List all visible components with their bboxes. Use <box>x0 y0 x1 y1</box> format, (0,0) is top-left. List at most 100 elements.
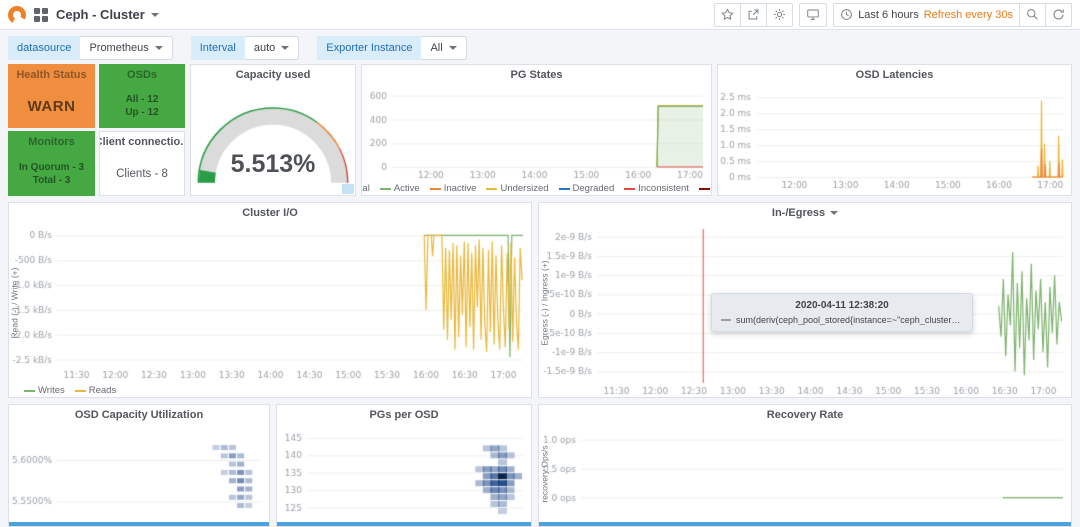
refresh-icon <box>1053 9 1064 20</box>
panel-pg-states[interactable]: PG States Total Active Inactive Undersized D… <box>361 64 712 196</box>
pgs-per-osd-heatmap[interactable] <box>277 425 531 522</box>
grid-square <box>42 7 48 14</box>
time-range-picker[interactable]: Last 6 hours Refresh every 30s <box>833 2 1020 27</box>
chevron-down-icon <box>154 46 163 54</box>
panel-title[interactable]: Monitors <box>9 132 94 152</box>
dashboard-variables-row: datasource Prometheus Interval auto Expo… <box>8 36 467 60</box>
legend-color-dash <box>379 187 391 190</box>
legend-label: Degraded <box>572 183 615 194</box>
magnifier-icon <box>1027 9 1038 20</box>
clients-value: Clients - 8 <box>116 167 168 180</box>
panel-title[interactable]: Health Status <box>9 65 94 85</box>
panel-cluster-io[interactable]: Cluster I/O Read (-) / Write (+) WritesR… <box>8 202 532 398</box>
tooltip-series-dash <box>721 319 731 321</box>
panel-recovery-rate[interactable]: Recovery Rate recovery Ops/s <box>538 404 1072 527</box>
refresh-interval-label: Refresh every 30s <box>923 8 1013 21</box>
scroll-indicator[interactable] <box>9 522 269 526</box>
gear-icon <box>774 8 786 21</box>
grid-square <box>34 7 40 14</box>
panel-title-dropdown[interactable]: In-/Egress <box>539 203 1071 223</box>
legend-label: Active <box>393 183 420 194</box>
legend-color-dash <box>74 389 86 392</box>
grafana-logo-icon[interactable] <box>8 5 26 24</box>
legend-item[interactable]: Degraded <box>558 183 615 194</box>
dashboard-title-dropdown[interactable]: Ceph - Cluster <box>56 7 159 22</box>
scroll-indicator[interactable] <box>539 522 1071 526</box>
panel-osds[interactable]: OSDs All - 12 Up - 12 <box>99 64 185 128</box>
panel-health-status[interactable]: Health Status WARN <box>8 64 95 128</box>
capacity-gauge-value: 5.513% <box>230 150 316 178</box>
panel-title[interactable]: PGs per OSD <box>277 405 531 425</box>
pg-states-legend: Total Active Inactive Undersized Degraded Inc… <box>362 183 711 194</box>
exporter-instance-select[interactable]: All <box>421 36 467 60</box>
panel-in-egress[interactable]: In-/Egress Egress (-) / Ingress (+) 2020… <box>538 202 1072 398</box>
legend-label: Inconsistent <box>638 183 689 194</box>
datasource-value: Prometheus <box>89 42 149 54</box>
panel-resize-handle[interactable] <box>342 184 354 194</box>
cluster-io-legend: Writes Reads <box>9 385 531 396</box>
legend-color-dash <box>24 389 35 392</box>
variable-label: Interval <box>190 36 245 60</box>
time-range-label: Last 6 hours <box>858 8 919 21</box>
refresh-button[interactable] <box>1046 2 1072 27</box>
panel-title[interactable]: Cluster I/O <box>9 203 531 223</box>
variable-label: datasource <box>8 36 81 60</box>
panel-pgs-per-osd[interactable]: PGs per OSD <box>276 404 532 527</box>
panel-title[interactable]: PG States <box>362 65 711 85</box>
variable-datasource: datasource Prometheus <box>8 36 173 60</box>
clock-icon <box>841 9 853 20</box>
panel-title[interactable]: OSD Capacity Utilization <box>9 405 269 425</box>
scroll-indicator[interactable] <box>277 522 531 526</box>
monitors-quorum-value: In Quorum - 3 <box>19 161 84 173</box>
tooltip-timestamp: 2020-04-11 12:38:20 <box>795 300 889 311</box>
panel-client-connections[interactable]: Client connectio... Clients - 8 <box>99 131 185 196</box>
legend-item[interactable]: Undersized <box>486 183 549 194</box>
osd-capacity-heatmap[interactable] <box>9 425 269 522</box>
cluster-io-chart[interactable] <box>9 223 531 381</box>
legend-color-dash <box>558 187 570 190</box>
panel-capacity-used[interactable]: Capacity used 5.513% <box>190 64 356 196</box>
legend-item[interactable]: Total <box>362 183 370 194</box>
legend-item[interactable]: Inactive <box>429 183 476 194</box>
panel-title[interactable]: OSD Latencies <box>718 65 1071 85</box>
legend-item[interactable]: Writes <box>24 385 65 396</box>
panel-osd-latencies[interactable]: OSD Latencies <box>717 64 1072 196</box>
panel-title[interactable]: Recovery Rate <box>539 405 1071 425</box>
settings-button[interactable] <box>767 2 794 27</box>
interval-select[interactable]: auto <box>244 36 300 60</box>
zoom-out-button[interactable] <box>1020 2 1046 27</box>
chevron-down-icon <box>281 46 290 54</box>
share-icon <box>748 9 759 20</box>
panel-title: In-/Egress <box>771 207 826 219</box>
dashboard-title: Ceph - Cluster <box>56 7 145 22</box>
panel-osd-capacity-utilization[interactable]: OSD Capacity Utilization <box>8 404 270 527</box>
cycle-view-mode-button[interactable] <box>799 2 828 27</box>
star-icon <box>721 8 734 21</box>
panel-title[interactable]: Client connectio... <box>100 132 184 152</box>
panel-monitors[interactable]: Monitors In Quorum - 3 Total - 3 <box>8 131 95 196</box>
legend-color-dash <box>429 187 441 190</box>
chevron-down-icon <box>448 46 457 54</box>
osds-all-value: All - 12 <box>125 94 159 105</box>
osd-latencies-chart[interactable] <box>718 85 1071 191</box>
panel-title[interactable]: OSDs <box>100 65 184 85</box>
grafana-logo-hole <box>13 10 21 19</box>
dashboards-grid-icon[interactable] <box>34 7 48 22</box>
tooltip-query-text: sum(deriv(ceph_pool_stored{instance=~"ce… <box>736 315 963 325</box>
legend-label: Reads <box>88 385 117 396</box>
monitors-total-value: Total - 3 <box>32 174 71 186</box>
recovery-rate-chart[interactable] <box>539 425 1071 522</box>
legend-item[interactable]: Inconsistent <box>624 183 689 194</box>
grid-square <box>42 15 48 22</box>
legend-item[interactable]: Down <box>698 183 711 194</box>
star-button[interactable] <box>714 2 742 27</box>
chevron-down-icon <box>150 12 159 21</box>
pg-states-chart[interactable] <box>362 85 711 181</box>
variable-exporter-instance: Exporter Instance All <box>317 36 467 60</box>
share-button[interactable] <box>741 2 768 27</box>
datasource-select[interactable]: Prometheus <box>80 36 173 60</box>
variable-interval: Interval auto <box>190 36 300 60</box>
legend-item[interactable]: Active <box>379 183 420 194</box>
legend-item[interactable]: Reads <box>74 385 117 396</box>
panel-title[interactable]: Capacity used <box>191 65 355 85</box>
